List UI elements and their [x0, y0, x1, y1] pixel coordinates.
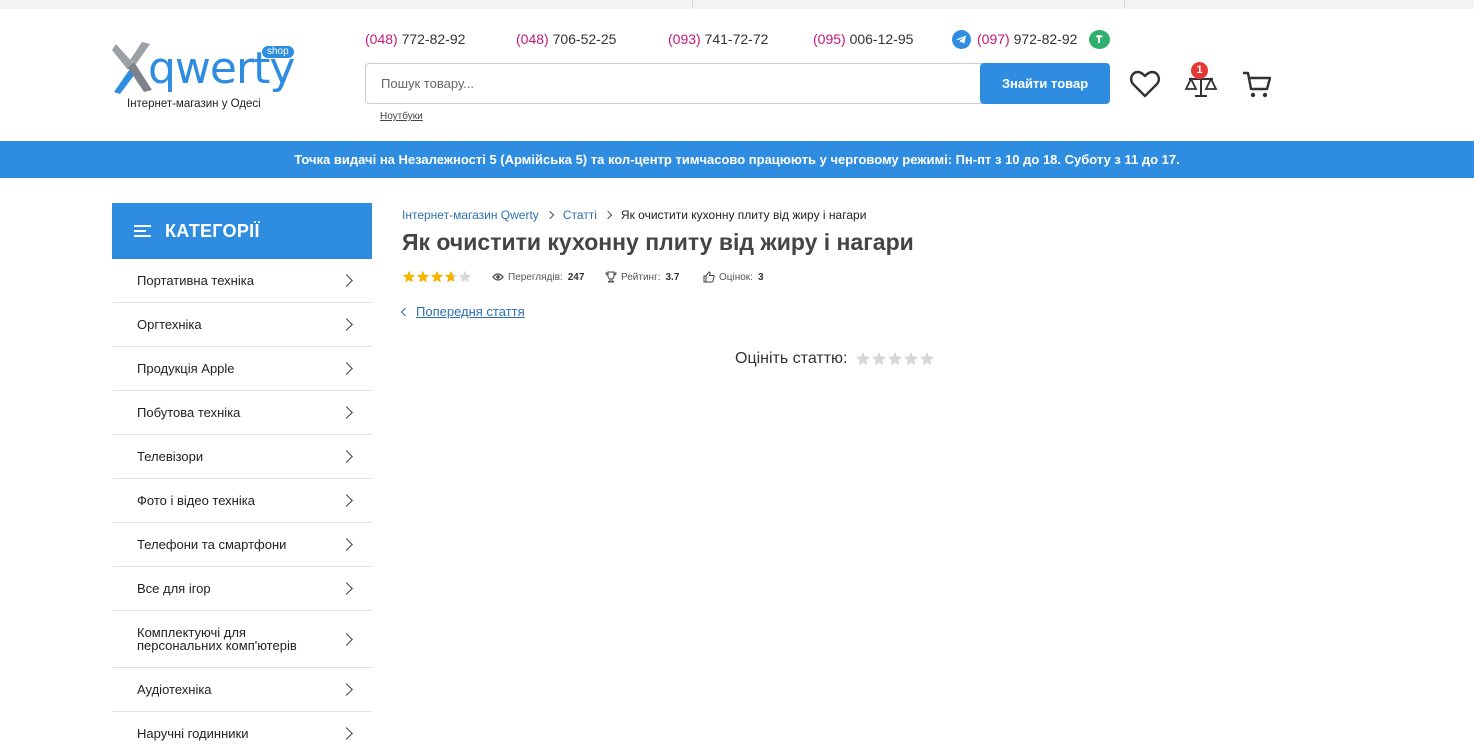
- chevron-right-icon: [340, 683, 353, 696]
- logo-shop-badge: shop: [262, 46, 294, 58]
- rate-star-icon[interactable]: [919, 351, 935, 367]
- logo-tagline: Інтернет-магазин у Одесі: [127, 98, 261, 110]
- phone-number[interactable]: (097) 972-82-92: [977, 30, 1077, 48]
- page-title: Як очистити кухонну плиту від жиру і наг…: [402, 229, 914, 255]
- chevron-right-icon: [340, 450, 353, 463]
- compare-count-badge: 1: [1191, 62, 1208, 79]
- chevron-right-icon: [340, 632, 353, 646]
- average-rating-star-icon: [402, 270, 416, 283]
- search-hint-link[interactable]: Ноутбуки: [380, 111, 423, 122]
- category-header[interactable]: КАТЕГОРІЇ: [112, 203, 372, 259]
- category-item[interactable]: Побутова техніка: [112, 391, 372, 435]
- breadcrumb-link[interactable]: Статті: [563, 208, 597, 222]
- phone-number[interactable]: (048) 772-82-92: [365, 30, 465, 48]
- category-title: КАТЕГОРІЇ: [165, 220, 260, 241]
- category-item[interactable]: Аудіотехніка: [112, 668, 372, 712]
- average-rating-stars: [402, 270, 472, 284]
- category-item[interactable]: Наручні годинники: [112, 712, 372, 750]
- chevron-right-icon: [340, 494, 353, 507]
- views-meta: Переглядів: 247: [492, 270, 584, 284]
- category-item[interactable]: Телевізори: [112, 435, 372, 479]
- breadcrumb-current: Як очистити кухонну плиту від жиру і наг…: [620, 208, 867, 222]
- site-header: qwerty shop Інтернет-магазин у Одесі (04…: [0, 9, 1474, 141]
- category-item[interactable]: Телефони та смартфони: [112, 523, 372, 567]
- phone-number[interactable]: (095) 006-12-95: [813, 30, 913, 48]
- previous-article: Попередня стаття: [400, 304, 525, 319]
- category-item[interactable]: Все для ігор: [112, 567, 372, 611]
- chevron-right-icon: [340, 318, 353, 331]
- cart-icon[interactable]: [1239, 66, 1275, 102]
- breadcrumb-link[interactable]: Інтернет-магазин Qwerty: [402, 208, 539, 222]
- trophy-icon: [605, 271, 617, 283]
- average-rating-star-icon: [416, 270, 430, 283]
- search-button[interactable]: Знайти товар: [980, 63, 1110, 104]
- thumbs-up-icon: [703, 271, 715, 283]
- chevron-right-icon: [340, 274, 353, 287]
- search-input[interactable]: [365, 63, 985, 104]
- chevron-right-icon: [340, 538, 353, 551]
- viber-icon[interactable]: [1089, 30, 1110, 49]
- search-form: Знайти товар: [365, 63, 1110, 104]
- phone-number[interactable]: (093) 741-72-72: [668, 30, 768, 48]
- rating-meta: Рейтинг: 3.7: [605, 270, 679, 284]
- breadcrumb: Інтернет-магазин Qwerty Статті Як очисти…: [402, 208, 866, 222]
- category-item[interactable]: Фото і відео техніка: [112, 479, 372, 523]
- category-list: Портативна техніка Оргтехніка Продукція …: [112, 259, 372, 750]
- top-strip-divider: [1124, 0, 1125, 9]
- rate-star-icon[interactable]: [887, 351, 903, 367]
- chevron-right-icon: [340, 727, 353, 740]
- chevron-right-icon: [545, 210, 555, 220]
- phone-number[interactable]: (048) 706-52-25: [516, 30, 616, 48]
- chevron-right-icon: [340, 362, 353, 375]
- telegram-icon[interactable]: [952, 30, 971, 49]
- average-rating-star-icon: [444, 270, 458, 283]
- rate-star-icon[interactable]: [871, 351, 887, 367]
- rate-prompt: Оцініть статтю:: [735, 350, 848, 367]
- category-item[interactable]: Портативна техніка: [112, 259, 372, 303]
- chevron-right-icon: [340, 582, 353, 595]
- logo-x-icon: [112, 42, 152, 94]
- rate-article: Оцініть статтю:: [735, 350, 935, 368]
- top-strip: [0, 0, 1474, 9]
- menu-icon: [134, 225, 151, 237]
- chevron-right-icon: [603, 210, 613, 220]
- user-rating-stars: [855, 351, 935, 367]
- average-rating-star-icon: [458, 270, 472, 283]
- site-logo[interactable]: qwerty shop Інтернет-магазин у Одесі: [112, 42, 295, 122]
- category-item[interactable]: Комплектуючі для персональних комп'ютері…: [112, 611, 372, 668]
- category-sidebar: КАТЕГОРІЇ Портативна техніка Оргтехніка …: [112, 203, 372, 750]
- average-rating-star-icon: [430, 270, 444, 283]
- category-item[interactable]: Оргтехніка: [112, 303, 372, 347]
- category-item[interactable]: Продукція Apple: [112, 347, 372, 391]
- votes-meta: Оцінок: 3: [703, 270, 764, 284]
- previous-article-link[interactable]: Попередня стаття: [416, 304, 525, 319]
- chevron-left-icon: [400, 307, 410, 316]
- top-strip-divider: [692, 0, 693, 9]
- chevron-right-icon: [340, 406, 353, 419]
- rate-star-icon[interactable]: [855, 351, 871, 367]
- notice-banner: Точка видачі на Незалежності 5 (Армійськ…: [0, 141, 1474, 178]
- eye-icon: [492, 273, 504, 281]
- rate-star-icon[interactable]: [903, 351, 919, 367]
- heart-icon[interactable]: [1127, 66, 1163, 102]
